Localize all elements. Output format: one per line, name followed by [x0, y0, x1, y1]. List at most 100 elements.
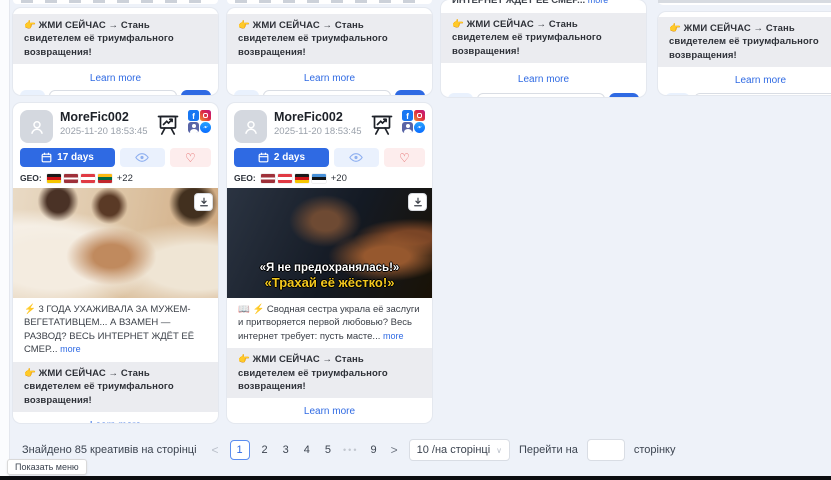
page-number-2[interactable]: 2: [259, 444, 271, 456]
ad-cta-text: 👉 ЖМИ СЕЙЧАС → Стань свидетелем её триум…: [13, 14, 218, 64]
creative-card: MoreFic002 2025-11-20 18:53:45 f 2 days …: [227, 103, 432, 423]
cutoff-card-bottom: [13, 0, 218, 4]
ad-description: 📖 ⚡ Сводная сестра украла её заслуги и п…: [227, 298, 432, 343]
goto-page-input[interactable]: [587, 439, 625, 461]
messenger-icon: [414, 122, 425, 133]
more-link[interactable]: more: [60, 344, 81, 354]
page-number-last[interactable]: 9: [367, 444, 379, 456]
germany-flag-icon: [47, 174, 61, 183]
open-url-button[interactable]: →: [181, 90, 211, 95]
geo-label: GEO:: [20, 173, 42, 183]
download-icon: [413, 197, 423, 207]
pagination-ellipsis[interactable]: •••: [343, 445, 358, 455]
days-active-button[interactable]: 2 days: [234, 148, 329, 167]
calendar-icon: [41, 152, 52, 163]
learn-more-link[interactable]: Learn more: [304, 406, 355, 417]
preview-button[interactable]: [120, 148, 165, 167]
search-url-button[interactable]: [448, 93, 473, 97]
messenger-icon: [200, 122, 211, 133]
prev-page-icon[interactable]: <: [210, 443, 221, 457]
chevron-down-icon: ∨: [496, 446, 502, 455]
download-icon: [199, 197, 209, 207]
days-active-label: 17 days: [57, 152, 94, 163]
cutoff-card-bottom: [227, 0, 432, 4]
preview-button[interactable]: [334, 148, 379, 167]
results-count-text: Знайдено 85 креативів на сторінці: [22, 444, 197, 456]
creative-date: 2025-11-20 18:53:45: [274, 126, 370, 137]
avatar: [234, 110, 267, 143]
heart-icon: ♡: [399, 152, 410, 164]
page-number-5[interactable]: 5: [322, 444, 334, 456]
search-url-button[interactable]: [20, 90, 45, 95]
eye-icon: [349, 152, 363, 163]
collapsed-sidebar[interactable]: [0, 0, 10, 476]
bottom-edge-bar: [0, 476, 831, 480]
cutoff-card-bottom: [658, 0, 831, 5]
austria-flag-icon: [278, 174, 292, 183]
search-url-button[interactable]: [665, 93, 690, 95]
geo-label: GEO:: [234, 173, 256, 183]
presentation-chart-icon[interactable]: [156, 113, 180, 137]
goto-page-label: Перейти на: [519, 444, 578, 456]
learn-more-link[interactable]: Learn more: [90, 420, 141, 423]
download-image-button[interactable]: [194, 193, 213, 211]
messenger-bolt-icon: [416, 124, 423, 131]
messenger-bolt-icon: [202, 124, 209, 131]
presentation-chart-icon[interactable]: [370, 113, 394, 137]
learn-more-link[interactable]: Learn more: [518, 74, 569, 85]
page-size-value: 10 /на сторінці: [417, 444, 491, 456]
facebook-icon: f: [402, 110, 413, 121]
ad-cta-text: 👉 ЖМИ СЕЙЧАС → Стань свидетелем её триум…: [227, 348, 432, 398]
show-menu-button[interactable]: Показать меню: [7, 459, 87, 475]
days-active-label: 2 days: [274, 152, 305, 163]
person-icon: [28, 118, 46, 136]
geo-flags: [47, 174, 112, 183]
creative-card-partial: 👉 ЖМИ СЕЙЧАС → Стань свидетелем её триум…: [658, 12, 831, 95]
landing-url-input[interactable]: [263, 90, 391, 95]
landing-url-input[interactable]: [477, 93, 605, 97]
cutoff-flag-row: [21, 0, 210, 3]
creative-date: 2025-11-20 18:53:45: [60, 126, 156, 137]
clipped-description: ИНТЕРНЕТ ЖДЁТ ЕЁ СМЕР... more: [441, 0, 646, 8]
landing-url-input[interactable]: [694, 93, 831, 95]
creative-card-partial: 👉 ЖМИ СЕЙЧАС → Стань свидетелем её триум…: [227, 8, 432, 95]
page-size-select[interactable]: 10 /на сторінці ∨: [409, 439, 510, 461]
learn-more-link[interactable]: Learn more: [90, 73, 141, 84]
goto-page-suffix: сторінку: [634, 444, 676, 456]
landing-url-input[interactable]: [49, 90, 177, 95]
page-number-3[interactable]: 3: [280, 444, 292, 456]
latvia-flag-icon: [64, 174, 78, 183]
geo-flags: [261, 174, 326, 183]
creative-image[interactable]: [13, 188, 218, 298]
search-url-button[interactable]: [234, 90, 259, 95]
cutoff-flag-row: [235, 0, 424, 3]
profile-name: MoreFic002: [60, 110, 156, 124]
pagination-bar: Знайдено 85 креативів на сторінці < 1 2 …: [22, 438, 675, 462]
calendar-icon: [258, 152, 269, 163]
open-url-button[interactable]: →: [609, 93, 639, 97]
more-link[interactable]: more: [383, 331, 404, 341]
germany-flag-icon: [295, 174, 309, 183]
placements-grid: f: [402, 110, 425, 133]
lithuania-flag-icon: [98, 174, 112, 183]
learn-more-link[interactable]: Learn more: [304, 73, 355, 84]
download-image-button[interactable]: [408, 193, 427, 211]
page-number-1[interactable]: 1: [230, 440, 250, 460]
more-link[interactable]: more: [588, 0, 609, 5]
learn-more-link[interactable]: Learn more: [735, 75, 786, 86]
estonia-flag-icon: [312, 174, 326, 183]
page-number-4[interactable]: 4: [301, 444, 313, 456]
austria-flag-icon: [81, 174, 95, 183]
profile-name: MoreFic002: [274, 110, 370, 124]
creative-image[interactable]: «Я не предохранялась!» «Трахай её жёстко…: [227, 188, 432, 298]
ad-description: ⚡ 3 ГОДА УХАЖИВАЛА ЗА МУЖЕМ-ВЕГЕТАТИВЦЕМ…: [13, 298, 218, 357]
ad-cta-text: 👉 ЖМИ СЕЙЧАС → Стань свидетелем её триум…: [13, 362, 218, 412]
favorite-button[interactable]: ♡: [384, 148, 425, 167]
open-url-button[interactable]: →: [395, 90, 425, 95]
next-page-icon[interactable]: >: [389, 443, 400, 457]
geo-extra-count: +22: [117, 173, 133, 184]
audience-network-icon: [188, 122, 199, 133]
days-active-button[interactable]: 17 days: [20, 148, 115, 167]
favorite-button[interactable]: ♡: [170, 148, 211, 167]
person-icon: [242, 118, 260, 136]
